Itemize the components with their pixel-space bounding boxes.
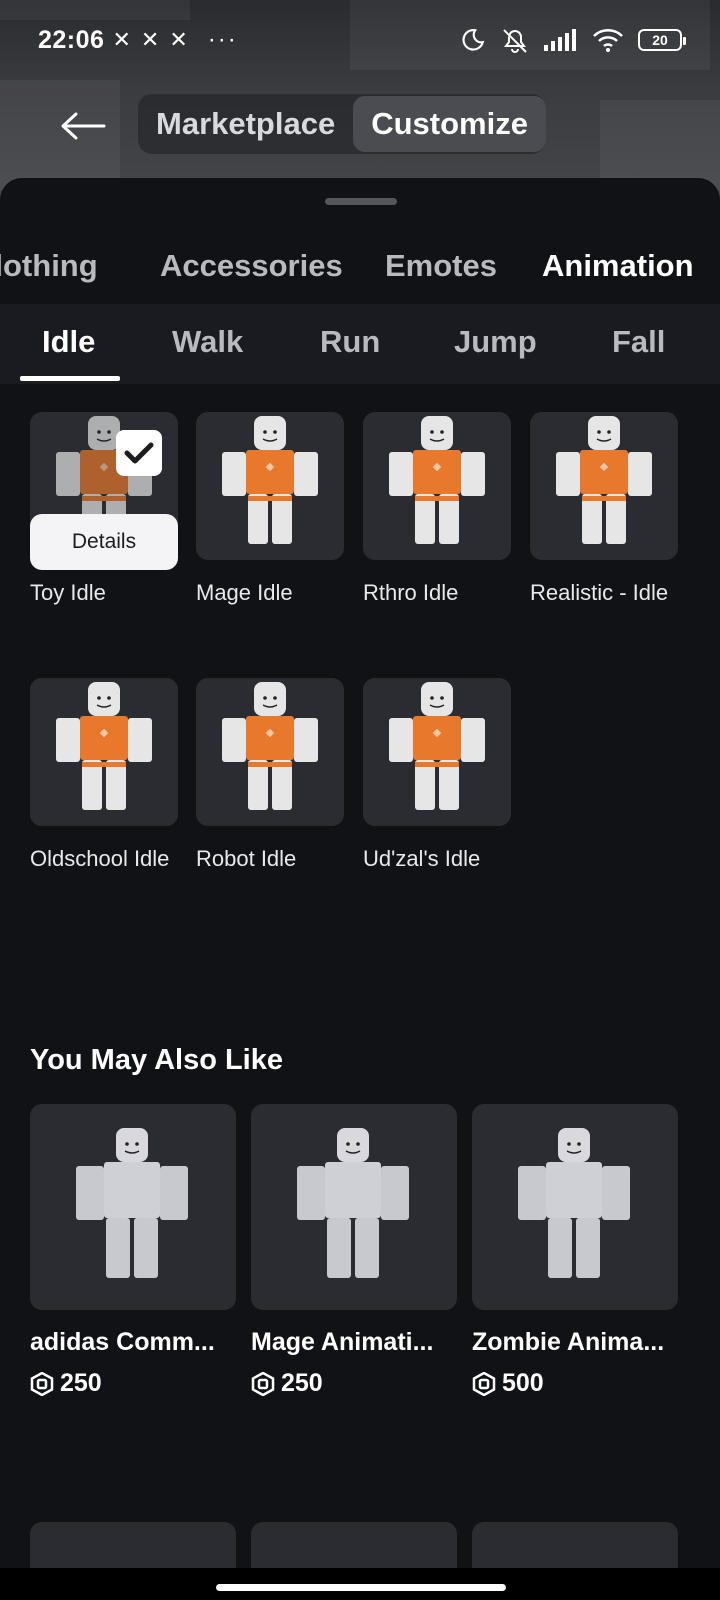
category-tab-animation[interactable]: Animation — [542, 248, 694, 284]
price-value: 500 — [502, 1369, 544, 1397]
avatar-image — [75, 1127, 189, 1279]
tab-customize[interactable]: Customize — [353, 96, 546, 152]
category-tabs: Clothing Accessories Emotes Animation — [0, 242, 720, 302]
arrow-left-icon — [61, 112, 106, 140]
wifi-icon — [593, 29, 623, 52]
item-label: Robot Idle — [196, 846, 297, 871]
avatar-image — [296, 1127, 410, 1279]
status-bar: 22:06 ✕ ✕ ✕ ··· 20 — [0, 0, 720, 80]
recommended-item[interactable]: Zombie Anima... 500 — [472, 1104, 678, 1398]
recommended-thumbnail[interactable] — [30, 1104, 236, 1310]
recommendations-title: You May Also Like — [30, 1044, 283, 1076]
subtab-indicator — [20, 376, 120, 381]
price-value: 250 — [281, 1369, 323, 1397]
subtab-walk[interactable]: Walk — [172, 324, 243, 360]
item-toy-idle[interactable]: Toy Idle — [30, 412, 178, 608]
back-button[interactable] — [58, 104, 108, 148]
notif-icon: ✕ — [140, 27, 160, 52]
robux-icon — [251, 1371, 275, 1396]
item-thumbnail[interactable] — [363, 412, 511, 560]
recommended-thumbnail[interactable] — [251, 1104, 457, 1310]
item-thumbnail[interactable] — [196, 678, 344, 826]
recommended-item[interactable]: Mage Animati... 250 — [251, 1104, 457, 1398]
avatar-image — [221, 415, 319, 545]
notification-icons: ✕ ✕ ✕ — [112, 27, 187, 53]
recommended-name: Zombie Anima... — [472, 1328, 665, 1356]
item-oldschool-idle[interactable]: Oldschool Idle — [30, 678, 178, 874]
animation-subtabs: Idle Walk Run Jump Fall — [0, 304, 720, 384]
check-icon — [124, 442, 154, 464]
sheet-handle[interactable] — [325, 198, 397, 205]
subtab-jump[interactable]: Jump — [454, 324, 537, 360]
mute-icon — [503, 29, 527, 53]
item-rthro-idle[interactable]: Rthro Idle — [363, 412, 511, 608]
home-indicator[interactable] — [216, 1584, 506, 1591]
tab-marketplace[interactable]: Marketplace — [138, 96, 353, 152]
avatar-image — [221, 681, 319, 811]
item-label: Oldschool Idle — [30, 846, 170, 871]
robux-icon — [472, 1371, 496, 1396]
recommended-name: Mage Animati... — [251, 1328, 434, 1356]
moon-icon — [462, 29, 485, 51]
header: Marketplace Customize — [0, 90, 720, 162]
avatar-image — [388, 681, 486, 811]
top-segmented-control: Marketplace Customize — [138, 94, 546, 154]
item-label: Ud'zal's Idle — [363, 846, 481, 871]
item-realistic-idle[interactable]: Realistic - Idle — [530, 412, 678, 608]
item-robot-idle[interactable]: Robot Idle — [196, 678, 344, 874]
battery-icon: 20 — [638, 29, 686, 51]
robux-icon — [30, 1371, 54, 1396]
category-tab-clothing[interactable]: Clothing — [0, 248, 98, 284]
details-button[interactable]: Details — [30, 514, 178, 570]
status-time: 22:06 — [38, 25, 105, 54]
item-label: Toy Idle — [30, 580, 106, 605]
subtab-fall[interactable]: Fall — [612, 324, 665, 360]
avatar-image — [55, 681, 153, 811]
recommended-item[interactable]: adidas Comm... 250 — [30, 1104, 236, 1398]
category-tab-emotes[interactable]: Emotes — [385, 248, 497, 284]
subtab-run[interactable]: Run — [320, 324, 380, 360]
avatar-image — [388, 415, 486, 545]
avatar-image — [517, 1127, 631, 1279]
item-thumbnail[interactable] — [363, 678, 511, 826]
more-icon: ··· — [207, 26, 238, 53]
item-label: Mage Idle — [196, 580, 293, 605]
notif-icon: ✕ — [112, 27, 131, 52]
avatar-image — [555, 415, 653, 545]
item-udzal-idle[interactable]: Ud'zal's Idle — [363, 678, 511, 874]
notif-icon: ✕ — [169, 27, 188, 52]
selected-checkbox[interactable] — [116, 430, 162, 476]
recommended-price: 250 — [251, 1369, 457, 1398]
signal-icon — [544, 29, 576, 51]
recommended-name: adidas Comm... — [30, 1328, 215, 1356]
recommended-thumbnail[interactable] — [472, 1104, 678, 1310]
item-thumbnail[interactable] — [196, 412, 344, 560]
recommended-price: 500 — [472, 1369, 678, 1398]
item-label: Rthro Idle — [363, 580, 459, 605]
category-tab-accessories[interactable]: Accessories — [160, 248, 343, 284]
item-mage-idle[interactable]: Mage Idle — [196, 412, 344, 608]
item-thumbnail[interactable] — [30, 678, 178, 826]
battery-level: 20 — [652, 32, 668, 48]
price-value: 250 — [60, 1369, 102, 1397]
recommended-price: 250 — [30, 1369, 236, 1398]
item-label: Realistic - Idle — [530, 580, 669, 605]
item-thumbnail[interactable] — [530, 412, 678, 560]
subtab-idle[interactable]: Idle — [42, 324, 95, 360]
